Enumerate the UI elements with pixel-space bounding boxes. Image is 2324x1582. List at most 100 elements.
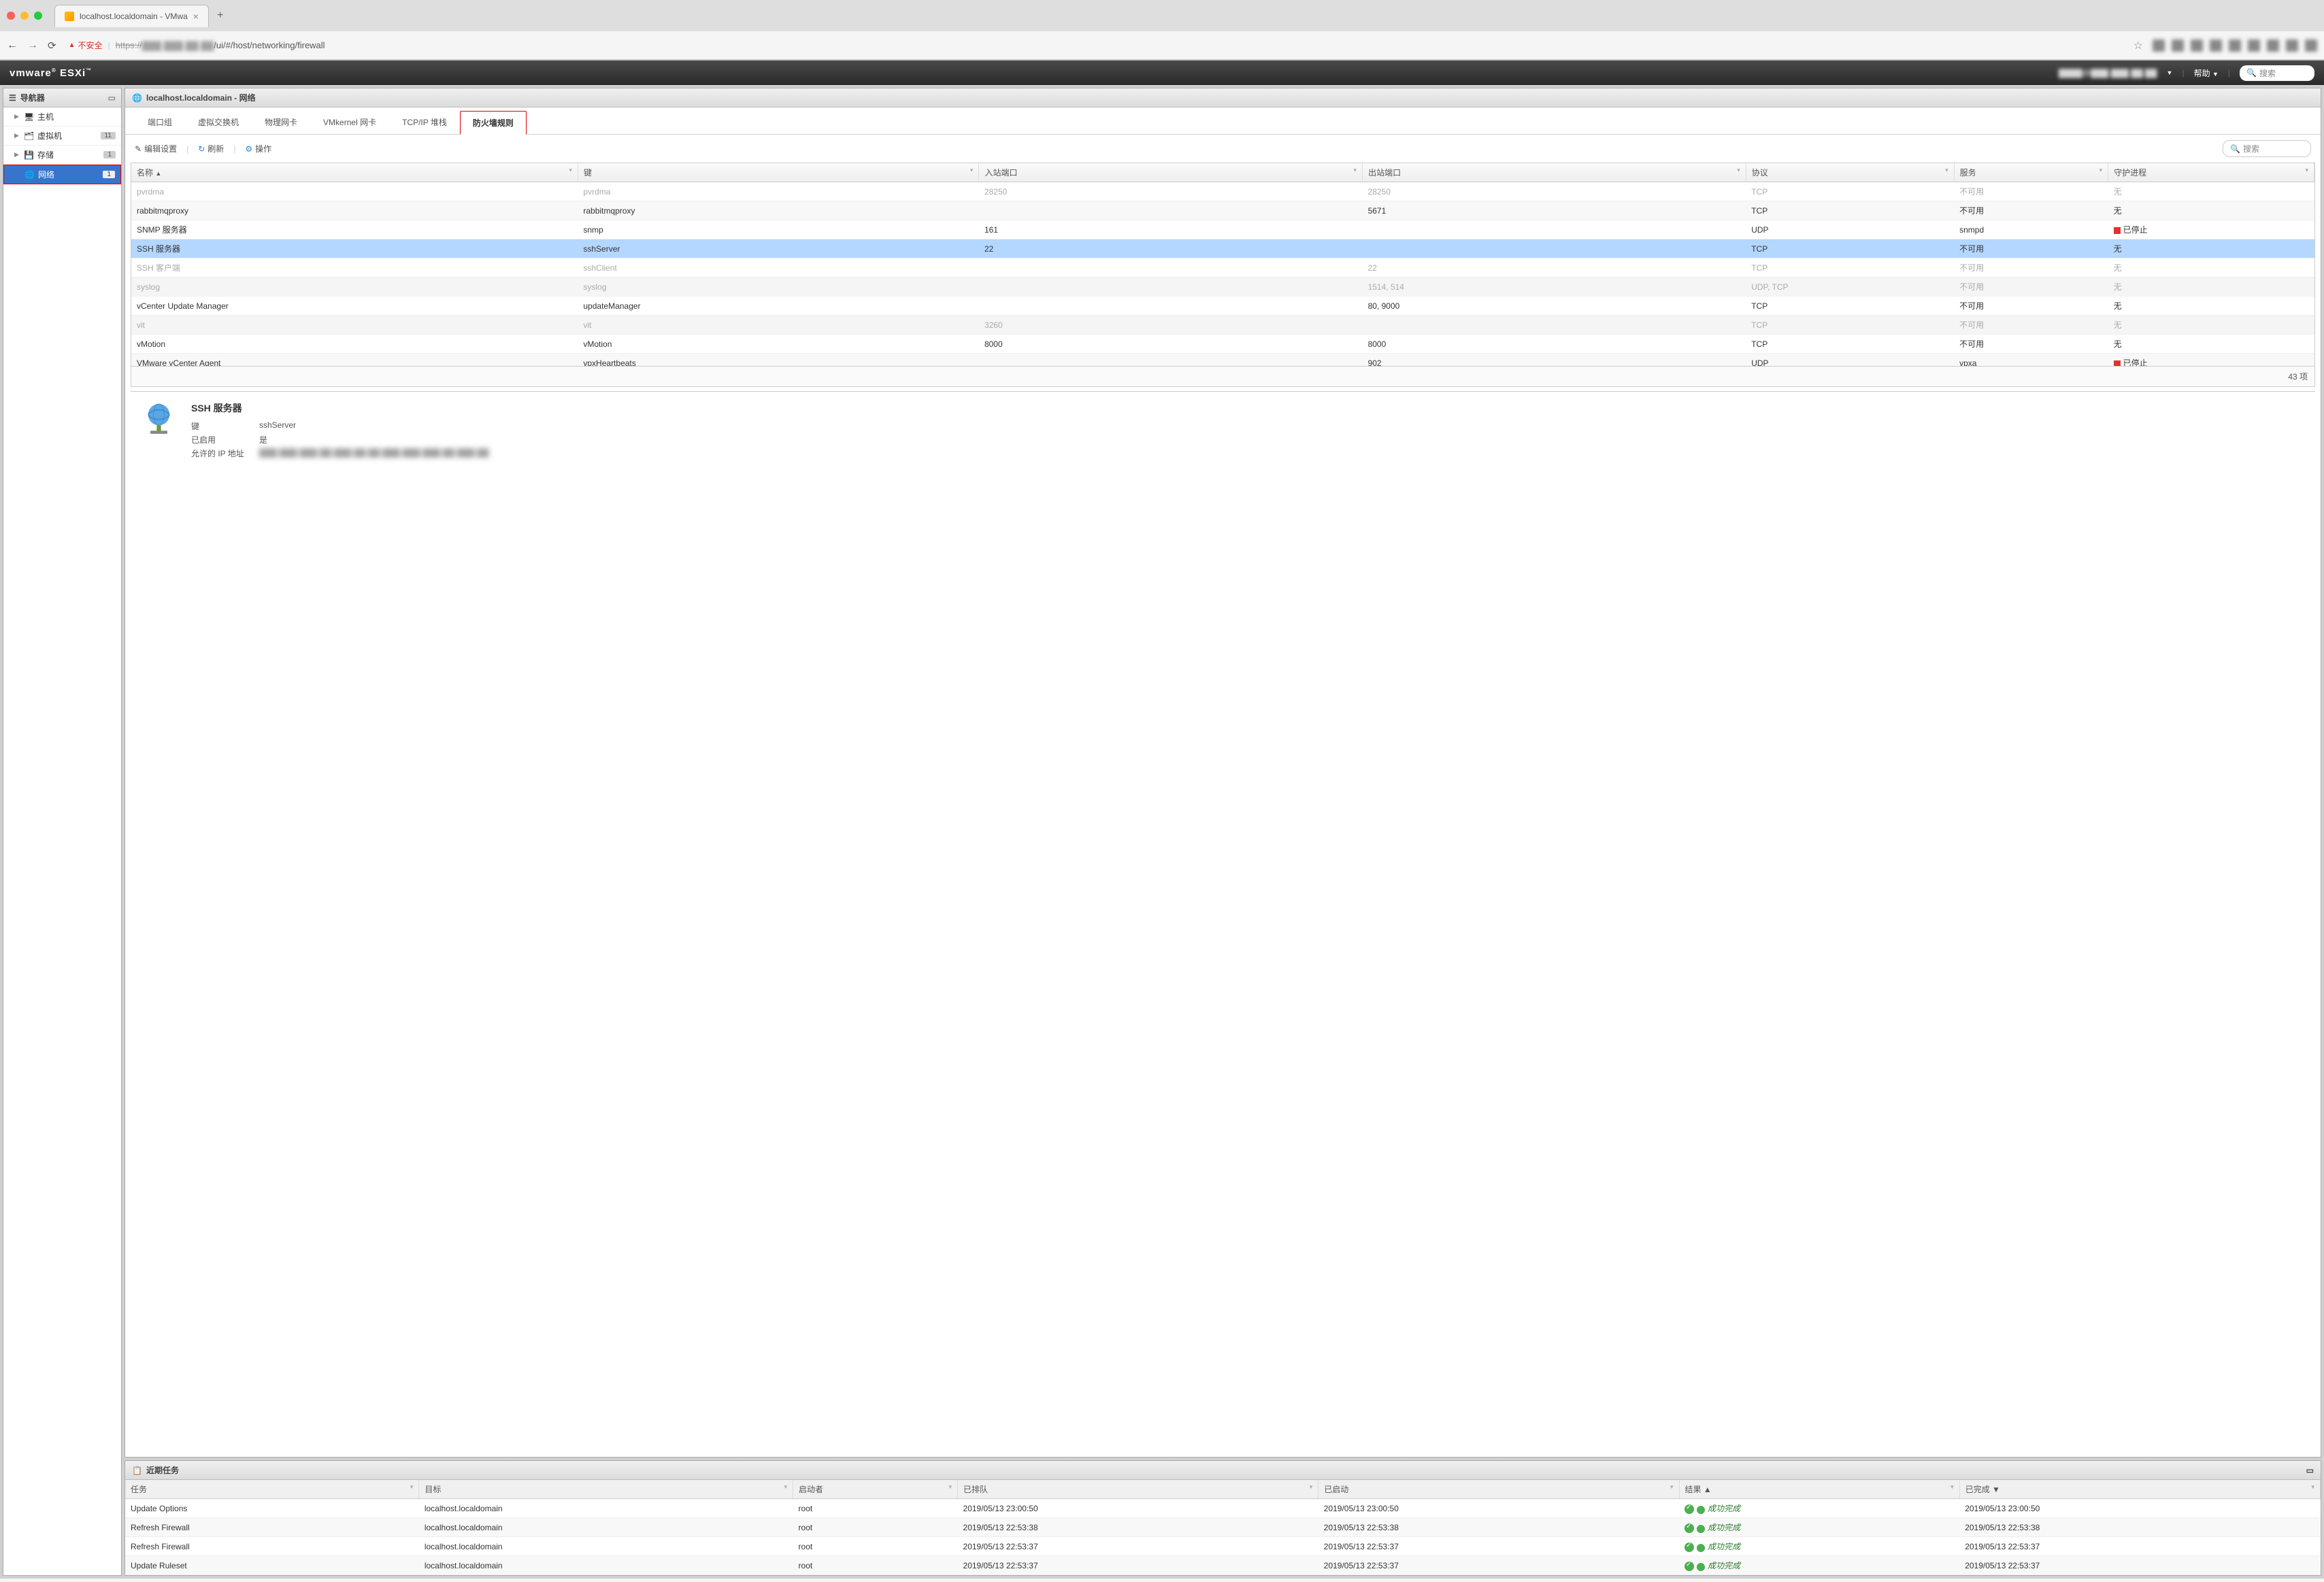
address-bar: ← → ⟳ 不安全 | https://▓▓▓.▓▓▓.▓▓.▓▓/ui/#/h… xyxy=(0,31,2324,60)
expand-icon[interactable]: ▭ xyxy=(2306,1466,2314,1475)
table-row[interactable]: rabbitmqproxyrabbitmqproxy5671TCP不可用无 xyxy=(131,201,2314,220)
refresh-button[interactable]: ↻ 刷新 xyxy=(198,143,224,154)
column-header[interactable]: 任务▾ xyxy=(125,1480,419,1499)
table-row[interactable]: vMotionvMotion80008000TCP不可用无 xyxy=(131,335,2314,354)
dropdown-icon[interactable]: ▾ xyxy=(1945,167,1948,174)
forward-button[interactable]: → xyxy=(27,39,38,52)
favicon-icon xyxy=(65,12,74,21)
grid-footer: 43 项 xyxy=(131,367,2315,387)
tasks-grid[interactable]: 任务▾目标▾启动者▾已排队▾已启动▾结果 ▲▾已完成 ▼▾ Update Opt… xyxy=(125,1480,2321,1575)
insecure-badge: 不安全 xyxy=(69,39,103,51)
column-header[interactable]: 结果 ▲▾ xyxy=(1679,1480,1959,1499)
vmware-logo: vmware® ESXi™ xyxy=(10,67,92,79)
dropdown-icon[interactable]: ▾ xyxy=(1950,1483,1954,1491)
column-header[interactable]: 出站端口▾ xyxy=(1363,163,1746,182)
column-header[interactable]: 键▾ xyxy=(578,163,979,182)
column-header[interactable]: 已排队▾ xyxy=(958,1480,1318,1499)
network-icon: 🌐 xyxy=(132,93,142,103)
success-icon xyxy=(1684,1504,1694,1514)
main-layout: ☰ 导航器 ▭ ▶🖥主机▶🗂虚拟机11▶💾存储1🌐网络1 🌐 localhost… xyxy=(0,85,2324,1579)
table-row[interactable]: vitvit3260TCP不可用无 xyxy=(131,316,2314,335)
table-row[interactable]: SSH 服务器sshServer22TCP不可用无 xyxy=(131,239,2314,258)
help-menu[interactable]: 帮助 ▼ xyxy=(2194,67,2219,79)
column-header[interactable]: 已完成 ▼▾ xyxy=(1959,1480,2320,1499)
detail-panel: SSH 服务器 键sshServer 已启用是 允许的 IP 地址▓▓▓.▓▓▓… xyxy=(131,391,2315,471)
tab-2[interactable]: 物理网卡 xyxy=(252,110,310,134)
tasks-header: 📋 近期任务 ▭ xyxy=(125,1461,2321,1480)
tab-0[interactable]: 端口组 xyxy=(135,110,185,134)
table-row[interactable]: VMware vCenter AgentvpxHeartbeats902UDPv… xyxy=(131,354,2314,367)
esxi-header: vmware® ESXi™ ▓▓▓▓@▓▓▓.▓▓▓.▓▓.▓▓▼ | 帮助 ▼… xyxy=(0,61,2324,85)
maximize-window-icon[interactable] xyxy=(34,12,42,20)
nav-item-1[interactable]: ▶🗂虚拟机11 xyxy=(3,127,121,146)
stopped-icon xyxy=(2114,360,2121,367)
dropdown-icon[interactable]: ▾ xyxy=(1670,1483,1674,1491)
nav-item-0[interactable]: ▶🖥主机 xyxy=(3,107,121,127)
pencil-icon: ✎ xyxy=(135,144,142,154)
firewall-rules-grid[interactable]: 名称 ▲▾键▾入站端口▾出站端口▾协议▾服务▾守护进程▾ pvrdmapvrdm… xyxy=(131,163,2315,367)
table-row[interactable]: SNMP 服务器snmp161UDPsnmpd已停止 xyxy=(131,220,2314,239)
dropdown-icon[interactable]: ▾ xyxy=(1310,1483,1313,1491)
dropdown-icon[interactable]: ▾ xyxy=(2311,1483,2314,1491)
dropdown-icon[interactable]: ▾ xyxy=(1354,167,1357,174)
navigator-panel: ☰ 导航器 ▭ ▶🖥主机▶🗂虚拟机11▶💾存储1🌐网络1 xyxy=(3,88,122,1576)
tab-5[interactable]: 防火墙规则 xyxy=(460,111,527,135)
url-field[interactable]: 不安全 | https://▓▓▓.▓▓▓.▓▓.▓▓/ui/#/host/ne… xyxy=(66,37,2124,54)
nav-icon: 🌐 xyxy=(24,170,34,180)
nav-item-3[interactable]: 🌐网络1 xyxy=(3,165,121,184)
nav-icon: 🗂 xyxy=(24,131,33,141)
table-row[interactable]: pvrdmapvrdma2825028250TCP不可用无 xyxy=(131,182,2314,201)
tab-3[interactable]: VMkernel 网卡 xyxy=(310,110,389,134)
tasks-icon: 📋 xyxy=(132,1466,142,1475)
column-header[interactable]: 守护进程▾ xyxy=(2108,163,2314,182)
new-tab-button[interactable]: + xyxy=(212,4,229,27)
task-row[interactable]: Refresh Firewalllocalhost.localdomainroo… xyxy=(125,1537,2321,1556)
column-header[interactable]: 名称 ▲▾ xyxy=(131,163,578,182)
dropdown-icon[interactable]: ▾ xyxy=(2099,167,2103,174)
column-header[interactable]: 协议▾ xyxy=(1746,163,1954,182)
refresh-icon: ↻ xyxy=(198,144,205,154)
tab-1[interactable]: 虚拟交换机 xyxy=(185,110,252,134)
task-row[interactable]: Update Rulesetlocalhost.localdomainroot2… xyxy=(125,1556,2321,1575)
browser-tab-active[interactable]: localhost.localdomain - VMwa × xyxy=(54,5,209,27)
dropdown-icon[interactable]: ▾ xyxy=(2305,167,2308,174)
user-menu[interactable]: ▓▓▓▓@▓▓▓.▓▓▓.▓▓.▓▓ xyxy=(2059,68,2157,78)
minimize-window-icon[interactable] xyxy=(20,12,29,20)
column-header[interactable]: 服务▾ xyxy=(1954,163,2108,182)
task-row[interactable]: Refresh Firewalllocalhost.localdomainroo… xyxy=(125,1518,2321,1537)
chevron-icon: ▶ xyxy=(14,132,20,139)
search-icon: 🔍 xyxy=(2246,68,2257,78)
nav-item-2[interactable]: ▶💾存储1 xyxy=(3,146,121,165)
table-row[interactable]: syslogsyslog1514, 514UDP, TCP不可用无 xyxy=(131,277,2314,297)
column-header[interactable]: 启动者▾ xyxy=(793,1480,958,1499)
content-main: 🌐 localhost.localdomain - 网络 端口组虚拟交换机物理网… xyxy=(124,88,2321,1458)
content-area: 🌐 localhost.localdomain - 网络 端口组虚拟交换机物理网… xyxy=(124,88,2321,1576)
column-header[interactable]: 入站端口▾ xyxy=(979,163,1363,182)
table-row[interactable]: SSH 客户端sshClient22TCP不可用无 xyxy=(131,258,2314,277)
dropdown-icon[interactable]: ▾ xyxy=(784,1483,788,1491)
task-row[interactable]: Update Optionslocalhost.localdomainroot2… xyxy=(125,1499,2321,1518)
dropdown-icon[interactable]: ▾ xyxy=(1737,167,1740,174)
success-icon xyxy=(1684,1562,1694,1571)
task-row[interactable]: Update Optionslocalhost.localdomainroot2… xyxy=(125,1575,2321,1576)
close-tab-icon[interactable]: × xyxy=(193,11,199,22)
tab-4[interactable]: TCP/IP 堆栈 xyxy=(389,110,460,134)
header-search[interactable]: 🔍 搜索 xyxy=(2240,65,2314,81)
collapse-icon[interactable]: ▭ xyxy=(108,93,116,103)
navigator-icon: ☰ xyxy=(9,93,16,103)
reload-button[interactable]: ⟳ xyxy=(48,39,56,52)
column-header[interactable]: 已启动▾ xyxy=(1318,1480,1679,1499)
edit-settings-button[interactable]: ✎ 编辑设置 xyxy=(135,143,177,154)
actions-button[interactable]: ⚙ 操作 xyxy=(245,143,271,154)
close-window-icon[interactable] xyxy=(7,12,15,20)
back-button[interactable]: ← xyxy=(7,39,18,52)
table-row[interactable]: vCenter Update ManagerupdateManager80, 9… xyxy=(131,297,2314,316)
dropdown-icon[interactable]: ▾ xyxy=(970,167,974,174)
grid-search[interactable]: 🔍 搜索 xyxy=(2223,140,2311,157)
bookmark-icon[interactable]: ☆ xyxy=(2134,39,2143,52)
column-header[interactable]: 目标▾ xyxy=(419,1480,793,1499)
dropdown-icon[interactable]: ▾ xyxy=(569,167,572,174)
gear-icon: ⚙ xyxy=(245,144,252,154)
dropdown-icon[interactable]: ▾ xyxy=(410,1483,414,1491)
dropdown-icon[interactable]: ▾ xyxy=(948,1483,952,1491)
